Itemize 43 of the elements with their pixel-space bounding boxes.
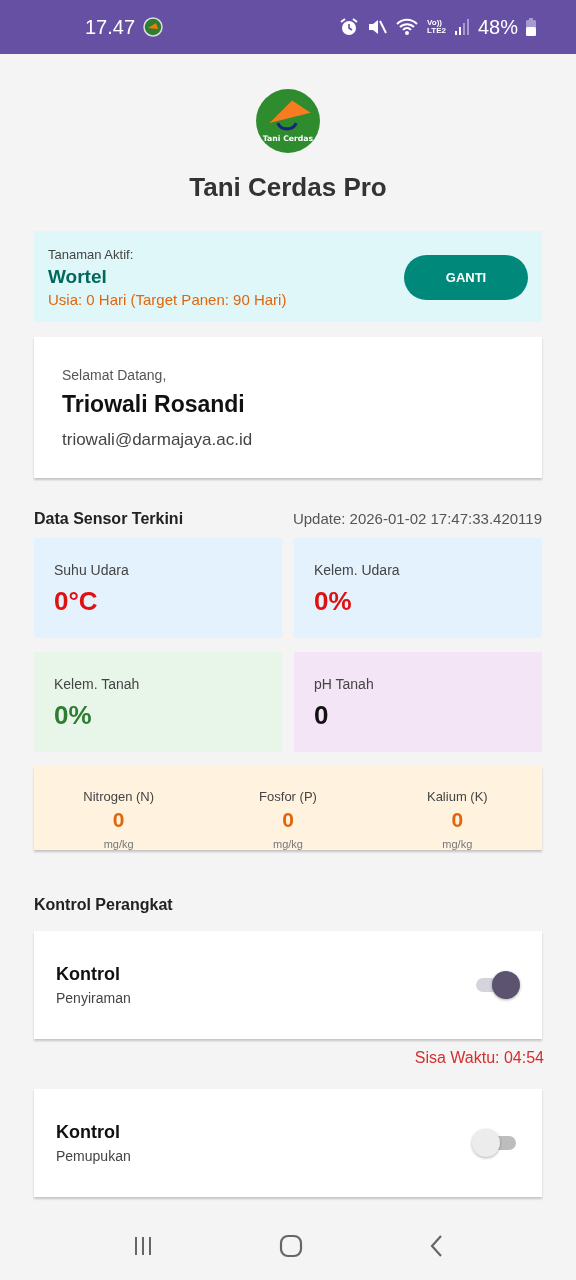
- active-plant-label: Tanaman Aktif:: [48, 247, 135, 262]
- sensor-label: pH Tanah: [314, 676, 374, 692]
- app-notification-icon: [143, 17, 164, 37]
- control-title: Kontrol: [56, 964, 121, 985]
- plant-age: Usia: 0 Hari (Target Panen: 90 Hari): [48, 291, 288, 308]
- plant-name: Wortel: [48, 266, 108, 288]
- control-title: Kontrol: [56, 1122, 121, 1143]
- sensor-value: 0°C: [54, 586, 98, 617]
- app-title: Tani Cerdas Pro: [189, 172, 387, 203]
- network-label: Vo)) LTE2: [427, 19, 446, 35]
- sensor-value: 0: [314, 700, 329, 731]
- mute-icon: [367, 17, 387, 37]
- sensor-label: Kelem. Udara: [314, 562, 400, 578]
- battery-percent: 48%: [477, 15, 518, 39]
- home-icon[interactable]: [279, 1234, 303, 1258]
- section-title: Kontrol Perangkat: [34, 896, 174, 914]
- nutrient-unit: mg/kg: [273, 838, 303, 850]
- user-name: Triowali Rosandi: [62, 391, 246, 418]
- signal-icon: [453, 17, 470, 37]
- nutrient-label: Kalium (K): [426, 789, 488, 804]
- nutrient-label: Fosfor (P): [259, 789, 317, 804]
- sensor-label: Kelem. Tanah: [54, 676, 140, 692]
- nutrient-value: 0: [112, 808, 125, 832]
- wifi-icon: [395, 17, 419, 37]
- control-subtitle: Pemupukan: [56, 1148, 132, 1164]
- control-subtitle: Penyiraman: [56, 990, 132, 1006]
- greeting: Selamat Datang,: [62, 367, 168, 383]
- change-button[interactable]: GANTI: [404, 255, 528, 300]
- sensor-value: 0%: [54, 700, 92, 731]
- clock: 17.47: [85, 15, 136, 39]
- timer-text: Sisa Waktu: 04:54: [414, 1049, 544, 1067]
- section-title: Data Sensor Terkini: [34, 510, 184, 528]
- update-time: Update: 2026-01-02 17:47:33.420119: [292, 510, 542, 527]
- nutrient-value: 0: [282, 808, 294, 832]
- nutrient-label: Nitrogen (N): [83, 789, 155, 804]
- alarm-icon: [339, 17, 359, 37]
- nutrient-value: 0: [451, 808, 464, 832]
- nutrient-unit: mg/kg: [103, 838, 134, 850]
- battery-icon: [526, 17, 536, 37]
- sensor-label: Suhu Udara: [54, 562, 129, 578]
- sensor-value: 0%: [314, 586, 352, 617]
- user-email: triowali@darmajaya.ac.id: [62, 430, 254, 450]
- nutrient-unit: mg/kg: [442, 838, 473, 850]
